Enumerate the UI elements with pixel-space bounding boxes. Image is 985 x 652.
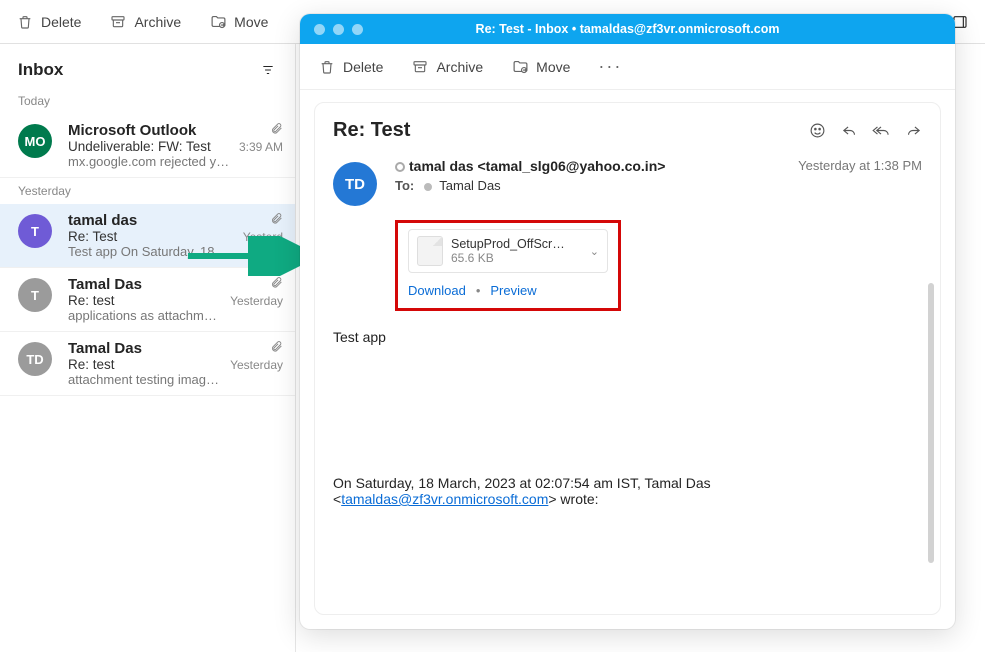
quoted-header: On Saturday, 18 March, 2023 at 02:07:54 …: [333, 475, 922, 507]
filter-icon[interactable]: [259, 61, 277, 79]
popup-delete-button[interactable]: Delete: [318, 58, 383, 76]
window-zoom-button[interactable]: [352, 24, 363, 35]
quoted-email-link[interactable]: tamaldas@zf3vr.onmicrosoft.com: [341, 491, 548, 507]
avatar: T: [18, 214, 52, 248]
time: 3:39 AM: [239, 140, 283, 154]
popup-delete-label: Delete: [343, 59, 383, 75]
message-item[interactable]: T tamal das Re: Test Test app On Saturda…: [0, 204, 295, 268]
separator: •: [476, 283, 481, 298]
forward-icon[interactable]: [904, 122, 922, 140]
subject: Re: test: [68, 293, 224, 308]
presence-icon: [424, 183, 432, 191]
preview: attachment testing images On Sat,…: [68, 372, 224, 387]
attachment-icon: [270, 212, 283, 228]
attachment-size: 65.6 KB: [451, 251, 571, 265]
file-icon: [417, 236, 443, 266]
message-item[interactable]: MO Microsoft Outlook Undeliverable: FW: …: [0, 114, 295, 178]
message-list-pane: Inbox Today MO Microsoft Outlook Undeliv…: [0, 44, 296, 652]
move-button[interactable]: Move: [209, 13, 268, 31]
scrollbar-thumb[interactable]: [928, 283, 934, 563]
folder-title: Inbox: [18, 60, 63, 80]
archive-icon: [109, 13, 127, 31]
window-title: Re: Test - Inbox • tamaldas@zf3vr.onmicr…: [300, 22, 955, 36]
message-time: Yesterday at 1:38 PM: [798, 158, 922, 206]
attachment-icon: [270, 276, 283, 292]
message-item[interactable]: TD Tamal Das Re: test attachment testing…: [0, 332, 295, 396]
time: Yesterday: [230, 358, 283, 372]
archive-button[interactable]: Archive: [109, 13, 181, 31]
preview: Test app On Saturday, 18 March, 20…: [68, 244, 237, 259]
from-display: tamal das <tamal_slg06@yahoo.co.in>: [409, 158, 665, 174]
presence-icon: [395, 162, 405, 172]
preview: mx.google.com rejected your messa…: [68, 154, 233, 169]
sender: tamal das: [68, 212, 237, 229]
window-close-button[interactable]: [314, 24, 325, 35]
popup-archive-button[interactable]: Archive: [411, 58, 483, 76]
attachment-name: SetupProd_OffScrub…: [451, 237, 571, 251]
popup-move-label: Move: [536, 59, 570, 75]
sender-avatar: TD: [333, 162, 377, 206]
message-body: Test app: [333, 329, 922, 345]
download-link[interactable]: Download: [408, 283, 466, 298]
sender: Tamal Das: [68, 340, 224, 357]
delete-button[interactable]: Delete: [16, 13, 81, 31]
date-group-label: Today: [0, 88, 295, 114]
window-minimize-button[interactable]: [333, 24, 344, 35]
more-actions-button[interactable]: ···: [598, 56, 622, 77]
titlebar: Re: Test - Inbox • tamaldas@zf3vr.onmicr…: [300, 14, 955, 44]
archive-label: Archive: [134, 14, 181, 30]
preview-link[interactable]: Preview: [490, 283, 536, 298]
attachment-card[interactable]: SetupProd_OffScrub… 65.6 KB ⌄: [408, 229, 608, 273]
time: Yesterd: [243, 230, 283, 244]
attachment-icon: [270, 122, 283, 138]
subject: Re: Test: [68, 229, 237, 244]
date-group-label: Yesterday: [0, 178, 295, 204]
delete-label: Delete: [41, 14, 81, 30]
reading-pane: Re: Test TD tamal das <tamal_slg06@yah: [314, 102, 941, 615]
avatar: TD: [18, 342, 52, 376]
message-window: Re: Test - Inbox • tamaldas@zf3vr.onmicr…: [300, 14, 955, 629]
popup-archive-label: Archive: [436, 59, 483, 75]
to-label: To:: [395, 178, 414, 193]
avatar: MO: [18, 124, 52, 158]
reply-icon[interactable]: [840, 122, 858, 140]
move-label: Move: [234, 14, 268, 30]
move-icon: [511, 58, 529, 76]
trash-icon: [318, 58, 336, 76]
attachment-highlight: SetupProd_OffScrub… 65.6 KB ⌄ Download •…: [395, 220, 621, 311]
archive-icon: [411, 58, 429, 76]
popup-move-button[interactable]: Move: [511, 58, 570, 76]
preview: applications as attachments On Sat,…: [68, 308, 224, 323]
message-subject: Re: Test: [333, 119, 410, 142]
sender: Microsoft Outlook: [68, 122, 233, 139]
reply-all-icon[interactable]: [872, 122, 890, 140]
emoji-icon[interactable]: [808, 122, 826, 140]
chevron-down-icon[interactable]: ⌄: [590, 245, 599, 258]
popup-toolbar: Delete Archive Move ···: [300, 44, 955, 90]
to-display: Tamal Das: [439, 178, 500, 193]
trash-icon: [16, 13, 34, 31]
sender: Tamal Das: [68, 276, 224, 293]
subject: Undeliverable: FW: Test: [68, 139, 233, 154]
time: Yesterday: [230, 294, 283, 308]
avatar: T: [18, 278, 52, 312]
subject: Re: test: [68, 357, 224, 372]
message-item[interactable]: T Tamal Das Re: test applications as att…: [0, 268, 295, 332]
attachment-icon: [270, 340, 283, 356]
move-icon: [209, 13, 227, 31]
